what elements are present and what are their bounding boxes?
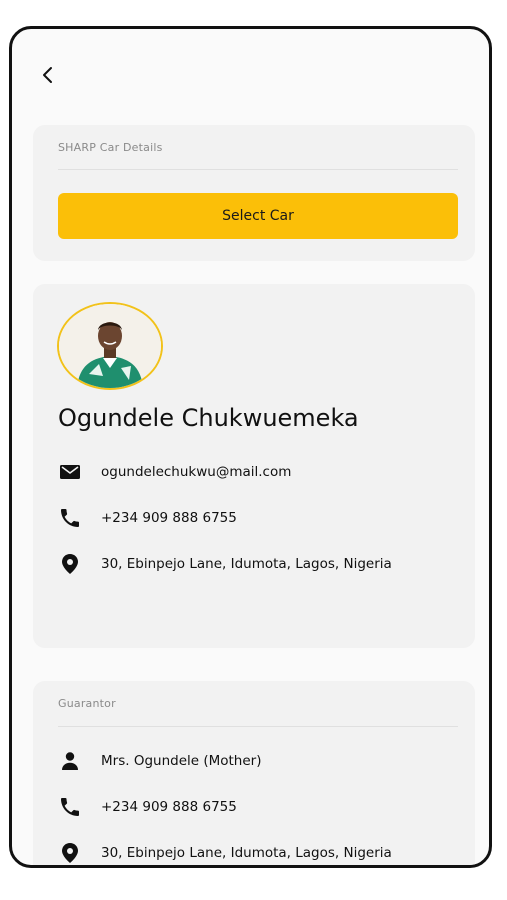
- chevron-left-icon: [43, 67, 52, 83]
- profile-card: Ogundele Chukwuemeka ogundelechukwu@mail…: [33, 284, 475, 648]
- car-details-card: SHARP Car Details Select Car: [33, 125, 475, 261]
- guarantor-label: Guarantor: [58, 697, 116, 710]
- guarantor-phone-row[interactable]: +234 909 888 6755: [58, 795, 237, 819]
- person-icon: [62, 752, 78, 770]
- guarantor-name: Mrs. Ogundele (Mother): [101, 753, 262, 769]
- profile-phone-row[interactable]: +234 909 888 6755: [58, 506, 237, 530]
- profile-email-row[interactable]: ogundelechukwu@mail.com: [58, 460, 291, 484]
- location-pin-icon: [62, 843, 78, 863]
- profile-address-row[interactable]: 30, Ebinpejo Lane, Idumota, Lagos, Niger…: [58, 552, 392, 576]
- avatar: [57, 302, 163, 390]
- guarantor-phone: +234 909 888 6755: [101, 799, 237, 815]
- phone-frame: SHARP Car Details Select Car Ogundele Ch…: [9, 26, 492, 868]
- guarantor-name-row[interactable]: Mrs. Ogundele (Mother): [58, 749, 262, 773]
- guarantor-address: 30, Ebinpejo Lane, Idumota, Lagos, Niger…: [101, 845, 392, 861]
- mail-icon: [60, 465, 80, 479]
- car-details-divider: [58, 169, 458, 170]
- guarantor-card: Guarantor Mrs. Ogundele (Mother) +234 90…: [33, 681, 475, 865]
- phone-icon: [61, 509, 79, 527]
- phone-icon: [61, 798, 79, 816]
- select-car-button[interactable]: Select Car: [58, 193, 458, 239]
- avatar-photo: [59, 304, 161, 388]
- back-button[interactable]: [36, 63, 60, 87]
- location-pin-icon: [62, 554, 78, 574]
- guarantor-divider: [58, 726, 458, 727]
- profile-email: ogundelechukwu@mail.com: [101, 464, 292, 480]
- profile-name: Ogundele Chukwuemeka: [58, 404, 359, 432]
- car-details-label: SHARP Car Details: [58, 141, 163, 154]
- profile-address: 30, Ebinpejo Lane, Idumota, Lagos, Niger…: [101, 556, 392, 572]
- guarantor-address-row[interactable]: 30, Ebinpejo Lane, Idumota, Lagos, Niger…: [58, 841, 392, 865]
- profile-phone: +234 909 888 6755: [101, 510, 237, 526]
